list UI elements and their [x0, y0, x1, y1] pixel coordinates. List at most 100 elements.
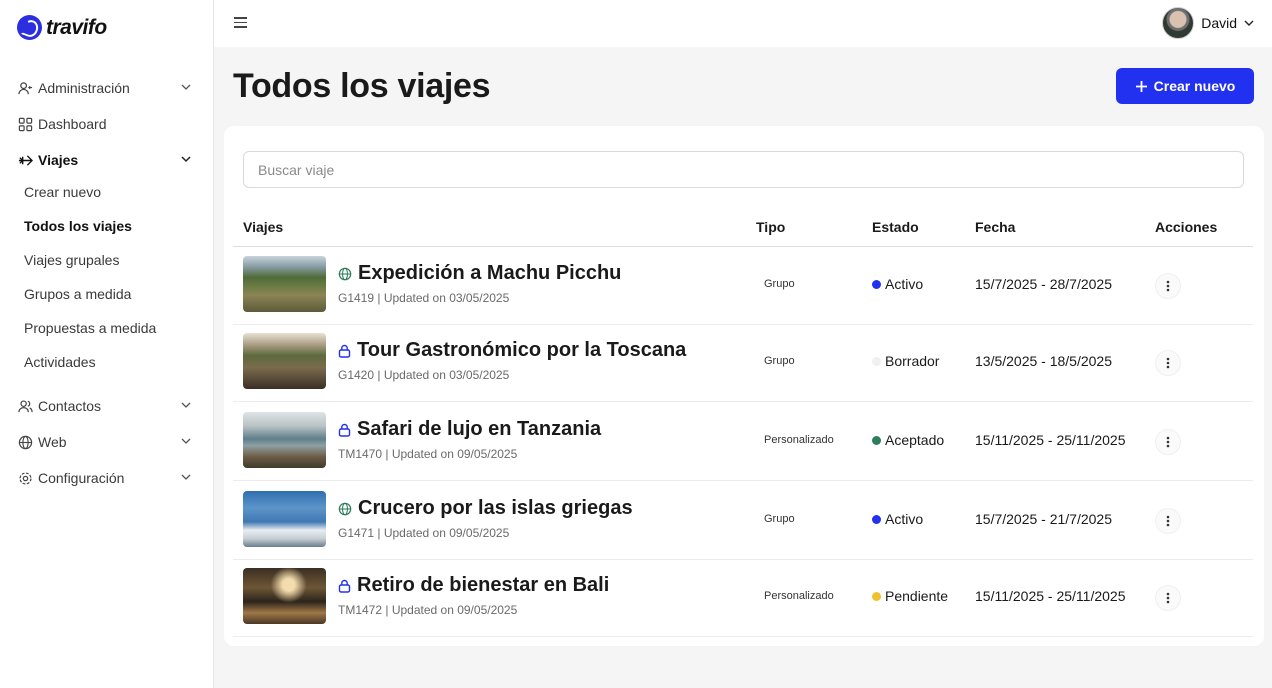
trip-type: Grupo — [764, 513, 795, 525]
status-dot — [872, 356, 881, 366]
status-badge: Pendiente — [872, 588, 948, 604]
status-dot — [872, 435, 881, 445]
lock-icon — [338, 423, 351, 437]
table-row[interactable]: Retiro de bienestar en Bali TM1472 | Upd… — [233, 559, 1253, 637]
status-label: Activo — [885, 511, 924, 527]
sidebar-subitem-propuestas-a-medida[interactable]: Propuestas a medida — [0, 314, 213, 342]
travifo-logo[interactable]: travifo — [17, 15, 107, 40]
trip-title-text: Crucero por las islas griegas — [358, 497, 633, 519]
sidebar-item-label: Configuración — [38, 470, 125, 486]
trip-dates: 15/11/2025 - 25/11/2025 — [975, 432, 1126, 448]
sidebar-item-contactos[interactable]: Contactos — [0, 389, 213, 423]
status-badge: Activo — [872, 511, 923, 527]
trip-title-text: Safari de lujo en Tanzania — [357, 418, 602, 440]
table-row[interactable]: Tour Gastronómico por la Toscana G1420 |… — [233, 324, 1253, 402]
more-vertical-icon — [1166, 357, 1170, 369]
row-actions-button[interactable] — [1155, 350, 1181, 376]
sidebar-subitem-grupos-a-medida[interactable]: Grupos a medida — [0, 280, 213, 308]
sidebar-item-viajes[interactable]: Viajes — [0, 143, 213, 177]
table-row[interactable]: Expedición a Machu Picchu G1419 | Update… — [233, 247, 1253, 325]
trip-type: Grupo — [764, 355, 795, 367]
chevron-down-icon — [181, 402, 191, 408]
trip-type: Personalizado — [764, 434, 834, 446]
status-label: Borrador — [885, 353, 940, 369]
sidebar-item-label: Viajes — [38, 152, 79, 168]
trip-code: G1420 — [338, 368, 375, 382]
trip-title-text: Retiro de bienestar en Bali — [357, 574, 610, 596]
user-menu[interactable]: David — [1162, 7, 1254, 39]
lock-icon — [338, 579, 351, 593]
menu-icon[interactable] — [234, 17, 247, 28]
trip-dates: 15/7/2025 - 21/7/2025 — [975, 511, 1113, 527]
user-admin-icon — [17, 80, 33, 96]
create-new-button[interactable]: Crear nuevo — [1116, 68, 1254, 104]
more-vertical-icon — [1166, 436, 1170, 448]
trip-code: G1471 — [338, 526, 375, 540]
users-icon — [17, 398, 33, 414]
status-label: Pendiente — [885, 588, 949, 604]
row-actions-button[interactable] — [1155, 273, 1181, 299]
sidebar-subitem-crear-nuevo[interactable]: Crear nuevo — [0, 178, 213, 206]
more-vertical-icon — [1166, 280, 1170, 292]
sidebar-item-dashboard[interactable]: Dashboard — [0, 107, 213, 141]
trip-dates: 15/11/2025 - 25/11/2025 — [975, 588, 1126, 604]
table-row[interactable]: Crucero por las islas griegas G1471 | Up… — [233, 482, 1253, 560]
trip-thumbnail — [243, 412, 326, 468]
column-header-tipo: Tipo — [756, 219, 786, 235]
row-actions-button[interactable] — [1155, 585, 1181, 611]
search-input[interactable] — [243, 151, 1244, 188]
status-label: Aceptado — [885, 432, 945, 448]
row-actions-button[interactable] — [1155, 508, 1181, 534]
globe-icon — [17, 434, 33, 450]
trip-updated: Updated on 03/05/2025 — [383, 291, 510, 305]
sidebar-item-label: Web — [38, 434, 67, 450]
trips-panel: Viajes Tipo Estado Fecha Acciones Expedi… — [224, 126, 1264, 646]
trip-title[interactable]: Tour Gastronómico por la Toscana — [338, 339, 686, 362]
column-header-acciones: Acciones — [1155, 219, 1218, 235]
plus-icon — [1135, 80, 1147, 92]
trip-title-text: Tour Gastronómico por la Toscana — [357, 339, 687, 361]
trip-thumbnail — [243, 256, 326, 312]
row-actions-button[interactable] — [1155, 429, 1181, 455]
trip-type: Grupo — [764, 278, 795, 290]
trip-dates: 13/5/2025 - 18/5/2025 — [975, 353, 1113, 369]
more-vertical-icon — [1166, 592, 1170, 604]
logo-mark-icon — [17, 15, 42, 40]
trip-title[interactable]: Crucero por las islas griegas — [338, 497, 633, 520]
trip-thumbnail — [243, 333, 326, 389]
trip-title-text: Expedición a Machu Picchu — [358, 262, 622, 284]
sidebar-item-configuracion[interactable]: Configuración — [0, 461, 213, 495]
sidebar-item-administracion[interactable]: Administración — [0, 71, 213, 105]
table-row[interactable]: Safari de lujo en Tanzania TM1470 | Upda… — [233, 403, 1253, 481]
trip-meta: G1419 | Updated on 03/05/2025 — [338, 291, 510, 305]
status-badge: Aceptado — [872, 432, 944, 448]
status-label: Activo — [885, 276, 924, 292]
trip-updated: Updated on 09/05/2025 — [391, 603, 518, 617]
chevron-down-icon — [181, 438, 191, 444]
avatar — [1162, 7, 1195, 39]
sidebar-subitem-actividades[interactable]: Actividades — [0, 348, 213, 376]
trip-updated: Updated on 09/05/2025 — [383, 526, 510, 540]
lock-icon — [338, 344, 351, 358]
trip-title[interactable]: Retiro de bienestar en Bali — [338, 574, 609, 597]
sidebar-subitem-todos-los-viajes[interactable]: Todos los viajes — [0, 212, 213, 240]
sidebar-item-label: Dashboard — [38, 116, 107, 132]
sidebar: travifo Administración Dashboard Viajes … — [0, 0, 214, 688]
trip-meta: TM1470 | Updated on 09/05/2025 — [338, 447, 518, 461]
trip-type: Personalizado — [764, 590, 834, 602]
trip-title[interactable]: Expedición a Machu Picchu — [338, 262, 621, 285]
sidebar-subitem-viajes-grupales[interactable]: Viajes grupales — [0, 246, 213, 274]
trip-updated: Updated on 09/05/2025 — [391, 447, 518, 461]
trip-code: G1419 — [338, 291, 375, 305]
status-dot — [872, 591, 881, 601]
trip-title[interactable]: Safari de lujo en Tanzania — [338, 418, 601, 441]
dashboard-grid-icon — [17, 116, 33, 132]
trip-meta: TM1472 | Updated on 09/05/2025 — [338, 603, 518, 617]
chevron-down-icon — [1244, 20, 1254, 26]
globe-icon — [338, 502, 352, 515]
sidebar-item-web[interactable]: Web — [0, 425, 213, 459]
sidebar-item-label: Contactos — [38, 398, 102, 414]
trip-meta: G1420 | Updated on 03/05/2025 — [338, 368, 510, 382]
trip-updated: Updated on 03/05/2025 — [383, 368, 510, 382]
sidebar-item-label: Administración — [38, 80, 130, 96]
